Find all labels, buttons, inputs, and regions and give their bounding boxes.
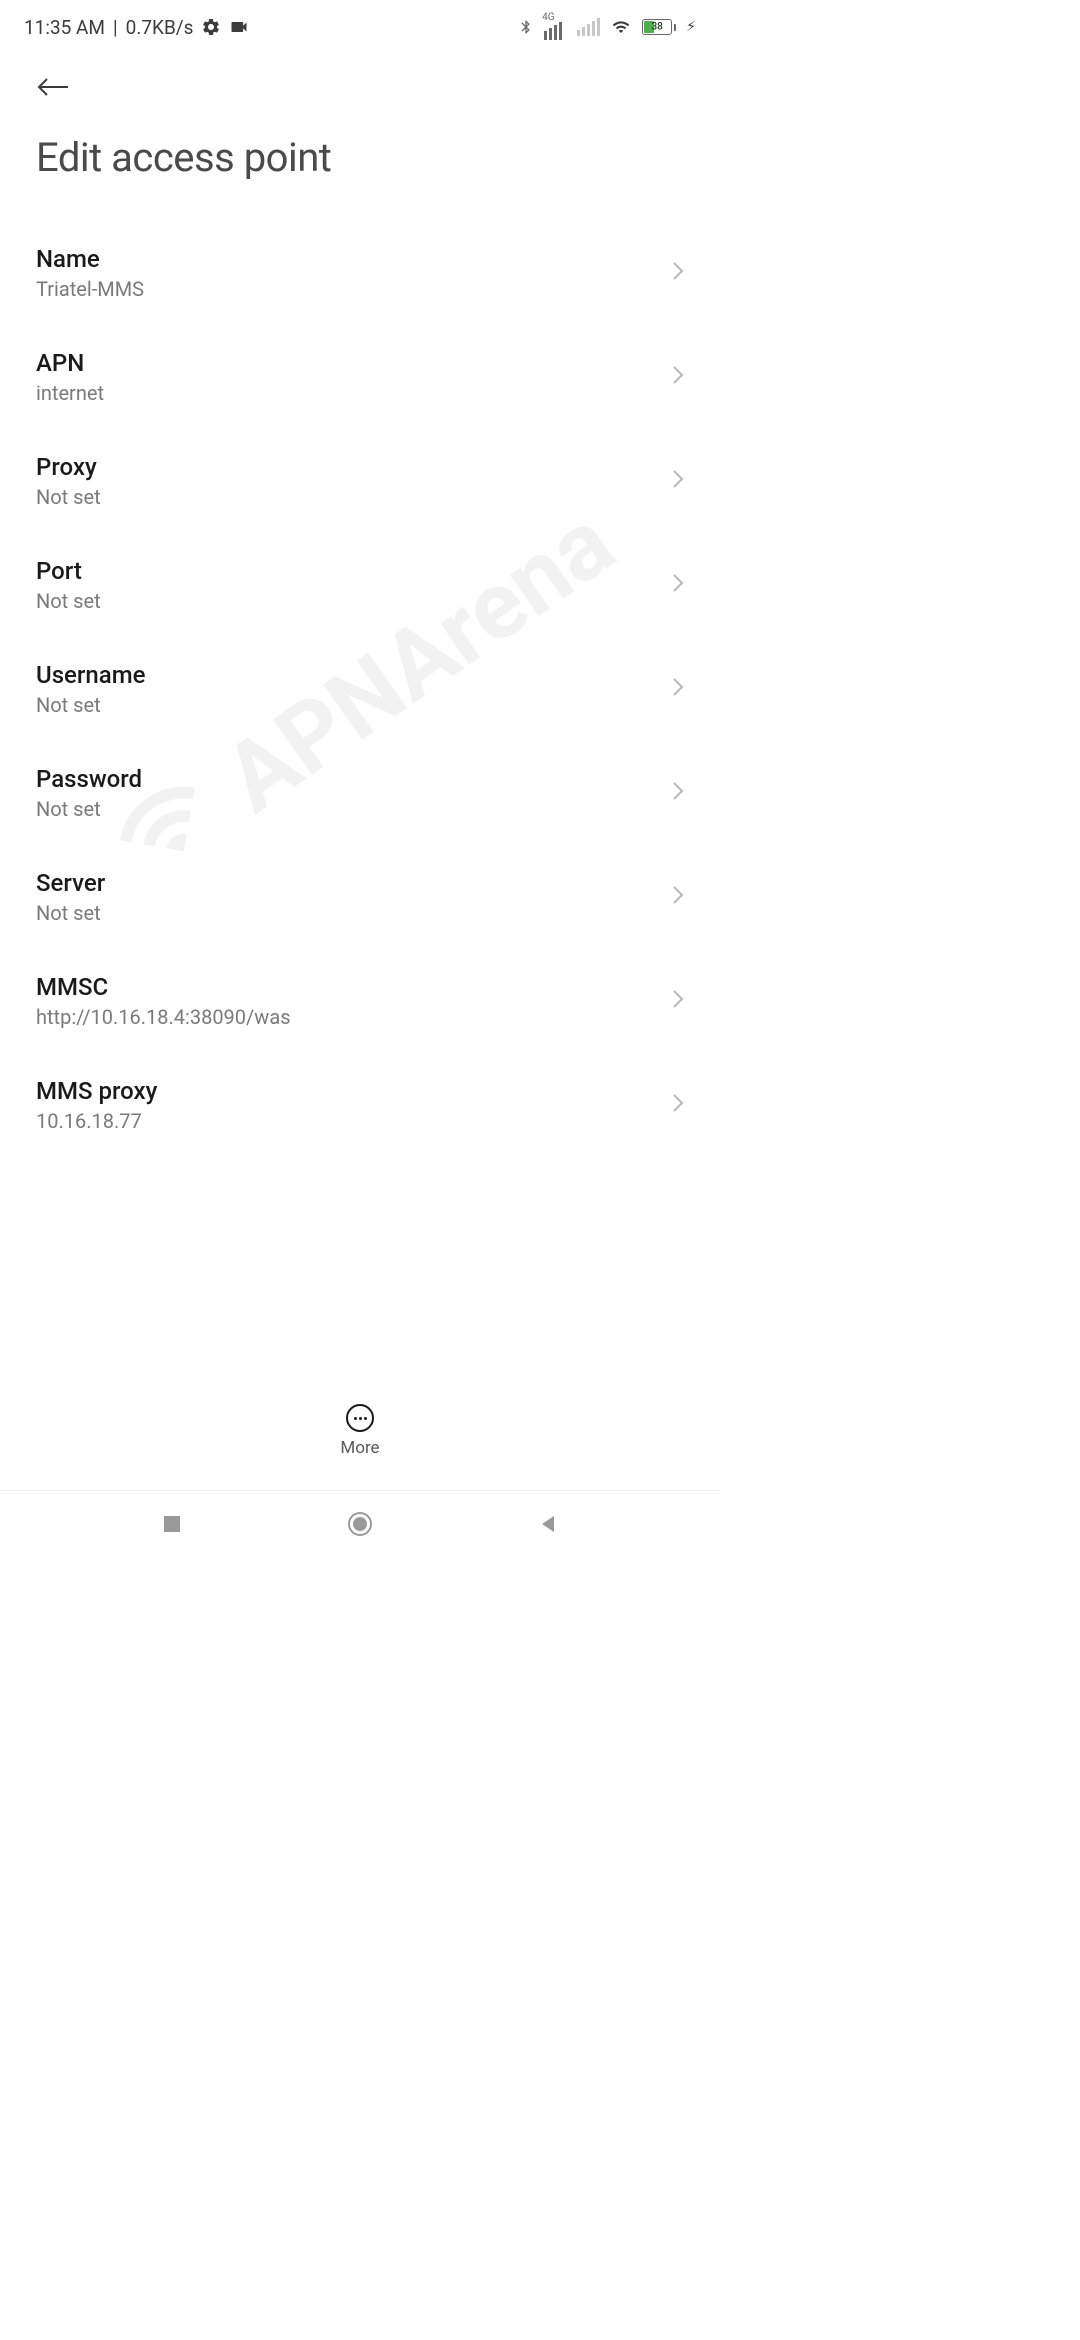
setting-value: Not set <box>36 485 672 509</box>
setting-password[interactable]: Password Not set <box>36 741 684 845</box>
setting-mmsc[interactable]: MMSC http://10.16.18.4:38090/was <box>36 949 684 1053</box>
signal-4g-icon: 4G <box>544 22 567 40</box>
setting-mms-proxy[interactable]: MMS proxy 10.16.18.77 <box>36 1053 684 1157</box>
status-time: 11:35 AM <box>24 16 105 39</box>
setting-value: internet <box>36 381 672 405</box>
bluetooth-icon <box>518 17 534 37</box>
setting-value: Not set <box>36 797 672 821</box>
header: Edit access point <box>0 50 720 191</box>
battery-icon: 38 <box>642 19 676 35</box>
setting-value: Not set <box>36 589 672 613</box>
gear-icon <box>201 17 221 37</box>
nav-home-button[interactable] <box>347 1511 373 1541</box>
setting-label: MMSC <box>36 973 672 1001</box>
nav-recents-button[interactable] <box>162 1514 182 1538</box>
status-bar: 11:35 AM | 0.7KB/s 4G <box>0 0 720 50</box>
setting-port[interactable]: Port Not set <box>36 533 684 637</box>
setting-username[interactable]: Username Not set <box>36 637 684 741</box>
chevron-right-icon <box>672 365 684 389</box>
setting-value: 10.16.18.77 <box>36 1109 672 1133</box>
camera-icon <box>229 17 249 37</box>
setting-value: Not set <box>36 693 672 717</box>
setting-value: http://10.16.18.4:38090/was <box>36 1005 672 1029</box>
chevron-right-icon <box>672 677 684 701</box>
setting-proxy[interactable]: Proxy Not set <box>36 429 684 533</box>
chevron-right-icon <box>672 989 684 1013</box>
setting-apn[interactable]: APN internet <box>36 325 684 429</box>
status-left: 11:35 AM | 0.7KB/s <box>24 16 249 39</box>
chevron-right-icon <box>672 261 684 285</box>
setting-label: Proxy <box>36 453 672 481</box>
signal-no-sim-icon <box>577 18 600 36</box>
chevron-right-icon <box>672 573 684 597</box>
back-button[interactable] <box>36 70 70 104</box>
settings-list[interactable]: Name Triatel-MMS APN internet Proxy Not … <box>0 191 720 1157</box>
charging-icon: ⚡︎ <box>686 19 696 35</box>
setting-label: MMS proxy <box>36 1077 672 1105</box>
setting-name[interactable]: Name Triatel-MMS <box>36 221 684 325</box>
chevron-right-icon <box>672 781 684 805</box>
nav-back-button[interactable] <box>538 1514 558 1538</box>
chevron-right-icon <box>672 469 684 493</box>
chevron-right-icon <box>672 1093 684 1117</box>
status-data-rate: 0.7KB/s <box>126 16 194 39</box>
navigation-bar <box>0 1490 720 1560</box>
more-dots-icon <box>346 1404 374 1432</box>
setting-label: Server <box>36 869 672 897</box>
more-button[interactable]: More <box>0 1394 720 1468</box>
setting-label: Password <box>36 765 672 793</box>
status-right: 4G 38 ⚡︎ <box>518 14 696 40</box>
setting-value: Triatel-MMS <box>36 277 672 301</box>
setting-server[interactable]: Server Not set <box>36 845 684 949</box>
wifi-icon <box>610 18 632 36</box>
setting-label: Username <box>36 661 672 689</box>
page-title: Edit access point <box>36 134 684 181</box>
setting-label: APN <box>36 349 672 377</box>
chevron-right-icon <box>672 885 684 909</box>
setting-value: Not set <box>36 901 672 925</box>
setting-label: Port <box>36 557 672 585</box>
setting-label: Name <box>36 245 672 273</box>
more-label: More <box>340 1438 379 1458</box>
